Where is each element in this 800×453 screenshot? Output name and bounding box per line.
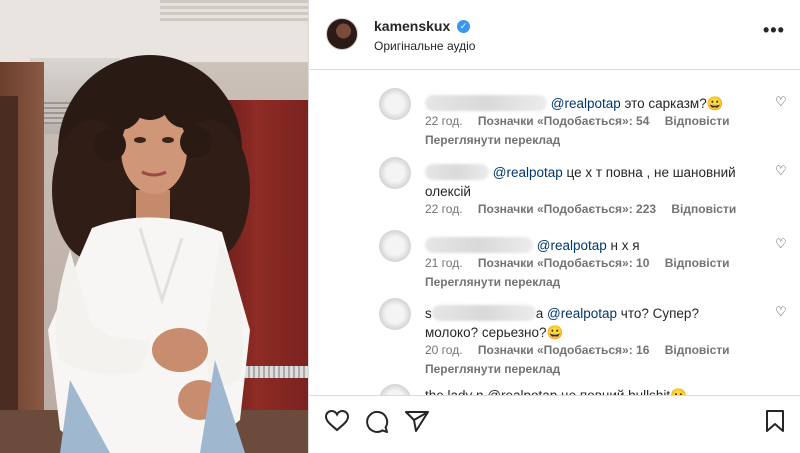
commenter-avatar[interactable] — [379, 88, 411, 120]
post-header: kamenskux ✓ Оригінальне аудіо ••• — [309, 0, 800, 70]
comment-meta: 20 год. Позначки «Подобається»: 16 Відпо… — [425, 343, 742, 357]
comment-text: @realpotap это сарказм?😀 — [425, 94, 743, 113]
comment-like-heart-icon[interactable]: ♡ — [775, 304, 787, 320]
comment-like-heart-icon[interactable]: ♡ — [775, 163, 787, 179]
blurred-username — [425, 95, 547, 111]
commenter-avatar[interactable] — [379, 157, 411, 189]
comment-bubble-icon[interactable] — [365, 410, 389, 434]
comment-time: 21 год. — [425, 256, 463, 270]
mention-link[interactable]: @realpotap — [537, 238, 607, 253]
post-actions-bar — [309, 395, 800, 453]
username-prefix: s — [425, 306, 432, 321]
comment-time: 22 год. — [425, 114, 463, 128]
commenter-avatar[interactable] — [379, 230, 411, 262]
comment-meta: 21 год. Позначки «Подобається»: 10 Відпо… — [425, 256, 742, 270]
comment-meta: 22 год. Позначки «Подобається»: 223 Відп… — [425, 202, 748, 216]
reply-button[interactable]: Відповісти — [665, 343, 730, 357]
reply-button[interactable]: Відповісти — [665, 114, 730, 128]
comment-like-heart-icon[interactable]: ♡ — [775, 236, 787, 252]
comment-body: это сарказм?😀 — [620, 96, 724, 111]
comment-time: 22 год. — [425, 202, 463, 216]
comment-meta: 22 год. Позначки «Подобається»: 54 Відпо… — [425, 114, 742, 128]
comment-like-heart-icon[interactable]: ♡ — [775, 94, 787, 110]
bookmark-icon[interactable] — [765, 410, 785, 432]
more-options-icon[interactable]: ••• — [763, 20, 785, 41]
see-translation-link[interactable]: Переглянути переклад — [425, 362, 560, 376]
blurred-username — [425, 237, 533, 253]
author-username[interactable]: kamenskux — [374, 18, 450, 34]
comment-text: @realpotap н х я — [425, 236, 743, 255]
instagram-post-window: kamenskux ✓ Оригінальне аудіо ••• @realp… — [0, 0, 800, 453]
heart-icon[interactable] — [325, 410, 349, 432]
see-translation-link[interactable]: Переглянути переклад — [425, 133, 560, 147]
comment-likes[interactable]: Позначки «Подобається»: 16 — [478, 343, 649, 357]
paper-plane-icon[interactable] — [405, 410, 429, 432]
commenter-avatar[interactable] — [379, 298, 411, 330]
comment-body: н х я — [606, 238, 640, 253]
author-avatar[interactable] — [326, 18, 358, 50]
comment-text: sа @realpotap что? Супер? молоко? серьез… — [425, 304, 743, 342]
comment-likes[interactable]: Позначки «Подобається»: 223 — [478, 202, 656, 216]
comment-text: @realpotap це х т повна , не шановний ол… — [425, 163, 743, 201]
mention-link[interactable]: @realpotap — [547, 306, 617, 321]
comment-time: 20 год. — [425, 343, 463, 357]
mention-link[interactable]: @realpotap — [551, 96, 621, 111]
woman-figure — [48, 55, 250, 453]
blurred-username — [431, 305, 536, 321]
reply-button[interactable]: Відповісти — [665, 256, 730, 270]
comment-likes[interactable]: Позначки «Подобається»: 10 — [478, 256, 649, 270]
blurred-username — [425, 164, 489, 180]
post-media-video[interactable] — [0, 0, 308, 453]
username-mid: а — [535, 306, 544, 321]
see-translation-link[interactable]: Переглянути переклад — [425, 275, 560, 289]
reply-button[interactable]: Відповісти — [671, 202, 736, 216]
audio-label[interactable]: Оригінальне аудіо — [374, 39, 475, 53]
post-details-panel: kamenskux ✓ Оригінальне аудіо ••• @realp… — [308, 0, 800, 453]
verified-badge-icon: ✓ — [457, 20, 470, 33]
comment-likes[interactable]: Позначки «Подобається»: 54 — [478, 114, 649, 128]
mention-link[interactable]: @realpotap — [493, 165, 563, 180]
